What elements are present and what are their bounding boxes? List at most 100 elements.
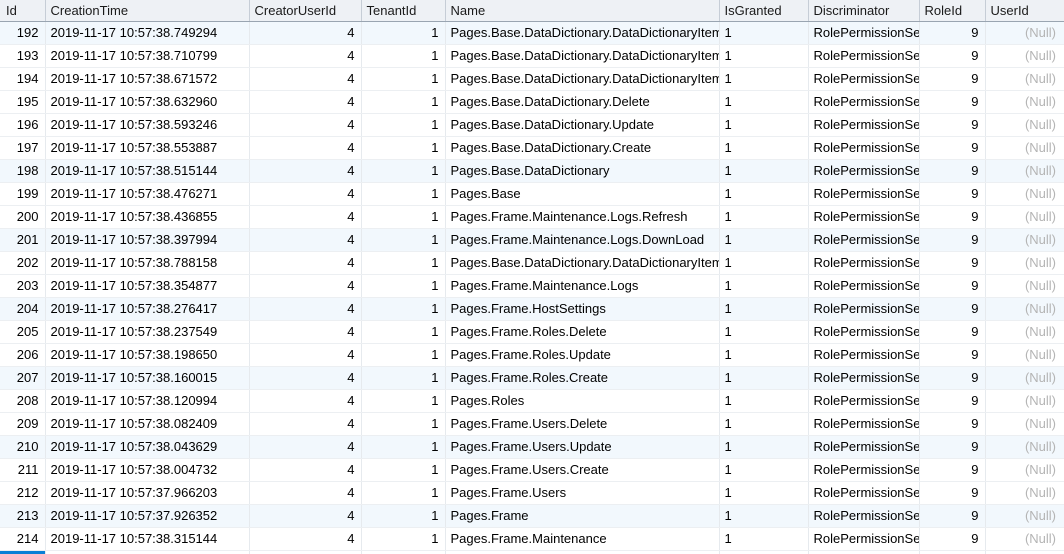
cell-userId[interactable]: (Null) — [985, 90, 1064, 114]
cell-tenantId[interactable]: 1 — [361, 136, 446, 160]
cell-roleId[interactable]: 9 — [919, 90, 986, 114]
cell-tenantId[interactable]: 1 — [361, 320, 446, 344]
cell-isGranted[interactable]: 1 — [719, 412, 809, 436]
cell-name[interactable]: Pages.Frame.Users.Delete — [445, 412, 720, 436]
cell-isGranted[interactable]: 1 — [719, 136, 809, 160]
cell-roleId[interactable]: 9 — [919, 228, 986, 252]
cell-discriminator[interactable]: RolePermissionSetting — [808, 90, 920, 114]
cell-creationTime[interactable]: 2019-11-17 10:57:38.788158 — [45, 251, 250, 275]
cell-tenantId[interactable]: 1 — [361, 550, 446, 554]
cell-roleId[interactable]: 9 — [919, 320, 986, 344]
cell-tenantId[interactable]: 1 — [361, 228, 446, 252]
cell-name[interactable]: Pages.Frame.Maintenance — [445, 527, 720, 551]
cell-isGranted[interactable]: 1 — [719, 182, 809, 206]
cell-isGranted[interactable]: 1 — [719, 228, 809, 252]
cell-roleId[interactable]: 9 — [919, 159, 986, 183]
cell-name[interactable]: Pages.Base.DataDictionary.Update — [445, 113, 720, 137]
cell-creatorUserId[interactable]: 4 — [249, 481, 362, 505]
cell-tenantId[interactable]: 1 — [361, 343, 446, 367]
cell-id[interactable]: 207 — [0, 366, 46, 390]
table-row[interactable]: 196 2019-11-17 10:57:38.593246 4 1 Pages.Bas… — [0, 113, 1064, 137]
cell-tenantId[interactable]: 1 — [361, 389, 446, 413]
cell-id[interactable]: 215 — [0, 550, 46, 554]
cell-userId[interactable]: (Null) — [985, 182, 1064, 206]
cell-tenantId[interactable]: 1 — [361, 251, 446, 275]
cell-id[interactable]: 199 — [0, 182, 46, 206]
cell-discriminator[interactable]: RolePermissionSetting — [808, 136, 920, 160]
cell-userId[interactable]: (Null) — [985, 251, 1064, 275]
cell-userId[interactable]: (Null) — [985, 205, 1064, 229]
cell-discriminator[interactable]: RolePermissionSetting — [808, 481, 920, 505]
column-header-creatorUserId[interactable]: CreatorUserId — [249, 0, 362, 22]
cell-id[interactable]: 205 — [0, 320, 46, 344]
cell-tenantId[interactable]: 1 — [361, 205, 446, 229]
cell-creatorUserId[interactable]: 4 — [249, 366, 362, 390]
cell-name[interactable]: Pages.Base.DataDictionary.DataDictionary… — [445, 67, 720, 91]
table-row[interactable]: 195 2019-11-17 10:57:38.632960 4 1 Pages.Bas… — [0, 90, 1064, 114]
cell-creatorUserId[interactable]: 4 — [249, 228, 362, 252]
cell-id[interactable]: 192 — [0, 21, 46, 45]
cell-creationTime[interactable]: 2019-11-17 10:57:38.553887 — [45, 136, 250, 160]
cell-creatorUserId[interactable]: 4 — [249, 389, 362, 413]
cell-isGranted[interactable]: 1 — [719, 251, 809, 275]
cell-creatorUserId[interactable]: 4 — [249, 527, 362, 551]
cell-roleId[interactable]: 9 — [919, 274, 986, 298]
cell-name[interactable]: Pages.Frame.Users.Update — [445, 435, 720, 459]
cell-tenantId[interactable]: 1 — [361, 21, 446, 45]
cell-creationTime[interactable]: 2019-11-17 10:57:38.515144 — [45, 159, 250, 183]
cell-tenantId[interactable]: 1 — [361, 504, 446, 528]
cell-name[interactable]: Pages.Frame.Maintenance.Logs.Refresh — [445, 205, 720, 229]
cell-creatorUserId[interactable]: 4 — [249, 21, 362, 45]
cell-creationTime[interactable]: 2019-11-17 10:57:37.966203 — [45, 481, 250, 505]
cell-userId[interactable]: (Null) — [985, 389, 1064, 413]
cell-creationTime[interactable]: 2019-11-17 10:57:38.593246 — [45, 113, 250, 137]
cell-creatorUserId[interactable]: 4 — [249, 504, 362, 528]
cell-roleId[interactable]: 9 — [919, 136, 986, 160]
cell-isGranted[interactable]: 1 — [719, 320, 809, 344]
cell-tenantId[interactable]: 1 — [361, 458, 446, 482]
cell-name[interactable]: Pages.Frame.Roles.Update — [445, 343, 720, 367]
cell-roleId[interactable]: 9 — [919, 504, 986, 528]
cell-creatorUserId[interactable]: 4 — [249, 182, 362, 206]
cell-isGranted[interactable]: 1 — [719, 343, 809, 367]
cell-userId[interactable]: (Null) — [985, 343, 1064, 367]
cell-name[interactable]: Pages.Frame.Users — [445, 481, 720, 505]
cell-id[interactable]: 208 — [0, 389, 46, 413]
cell-creationTime[interactable]: 2019-11-17 10:57:38.476271 — [45, 182, 250, 206]
cell-id[interactable]: 210 — [0, 435, 46, 459]
table-row[interactable]: 192 2019-11-17 10:57:38.749294 4 1 Pages.Bas… — [0, 21, 1064, 45]
cell-tenantId[interactable]: 1 — [361, 412, 446, 436]
cell-userId[interactable]: (Null) — [985, 136, 1064, 160]
table-row[interactable]: 204 2019-11-17 10:57:38.276417 4 1 Pages.Fra… — [0, 297, 1064, 321]
cell-creationTime[interactable]: 2019-11-17 10:57:38.827122 — [45, 550, 250, 554]
table-row[interactable]: 200 2019-11-17 10:57:38.436855 4 1 Pages.Fra… — [0, 205, 1064, 229]
table-row[interactable]: 212 2019-11-17 10:57:37.966203 4 1 Pages.Fra… — [0, 481, 1064, 505]
cell-id[interactable]: 204 — [0, 297, 46, 321]
cell-roleId[interactable]: 9 — [919, 389, 986, 413]
cell-isGranted[interactable]: 1 — [719, 366, 809, 390]
cell-userId[interactable]: (Null) — [985, 67, 1064, 91]
table-row[interactable]: 198 2019-11-17 10:57:38.515144 4 1 Pages.Bas… — [0, 159, 1064, 183]
cell-roleId[interactable]: 9 — [919, 67, 986, 91]
cell-creationTime[interactable]: 2019-11-17 10:57:38.198650 — [45, 343, 250, 367]
cell-creatorUserId[interactable]: 4 — [249, 320, 362, 344]
table-row[interactable]: 194 2019-11-17 10:57:38.671572 4 1 Pages.Bas… — [0, 67, 1064, 91]
cell-creationTime[interactable]: 2019-11-17 10:57:38.082409 — [45, 412, 250, 436]
column-header-tenantId[interactable]: TenantId — [361, 0, 446, 22]
cell-isGranted[interactable]: 1 — [719, 297, 809, 321]
cell-tenantId[interactable]: 1 — [361, 159, 446, 183]
cell-roleId[interactable]: 9 — [919, 182, 986, 206]
table-row[interactable]: 211 2019-11-17 10:57:38.004732 4 1 Pages.Fra… — [0, 458, 1064, 482]
cell-discriminator[interactable]: RolePermissionSetting — [808, 550, 920, 554]
table-row[interactable]: 193 2019-11-17 10:57:38.710799 4 1 Pages.Bas… — [0, 44, 1064, 68]
cell-id[interactable]: 195 — [0, 90, 46, 114]
table-row[interactable]: 213 2019-11-17 10:57:37.926352 4 1 Pages.Fra… — [0, 504, 1064, 528]
table-row[interactable]: 206 2019-11-17 10:57:38.198650 4 1 Pages.Fra… — [0, 343, 1064, 367]
cell-roleId[interactable]: 9 — [919, 435, 986, 459]
column-header-discriminator[interactable]: Discriminator — [808, 0, 920, 22]
cell-userId[interactable]: (Null) — [985, 320, 1064, 344]
cell-id[interactable]: 196 — [0, 113, 46, 137]
cell-id[interactable]: 193 — [0, 44, 46, 68]
cell-userId[interactable]: (Null) — [985, 458, 1064, 482]
column-header-creationTime[interactable]: CreationTime — [45, 0, 250, 22]
